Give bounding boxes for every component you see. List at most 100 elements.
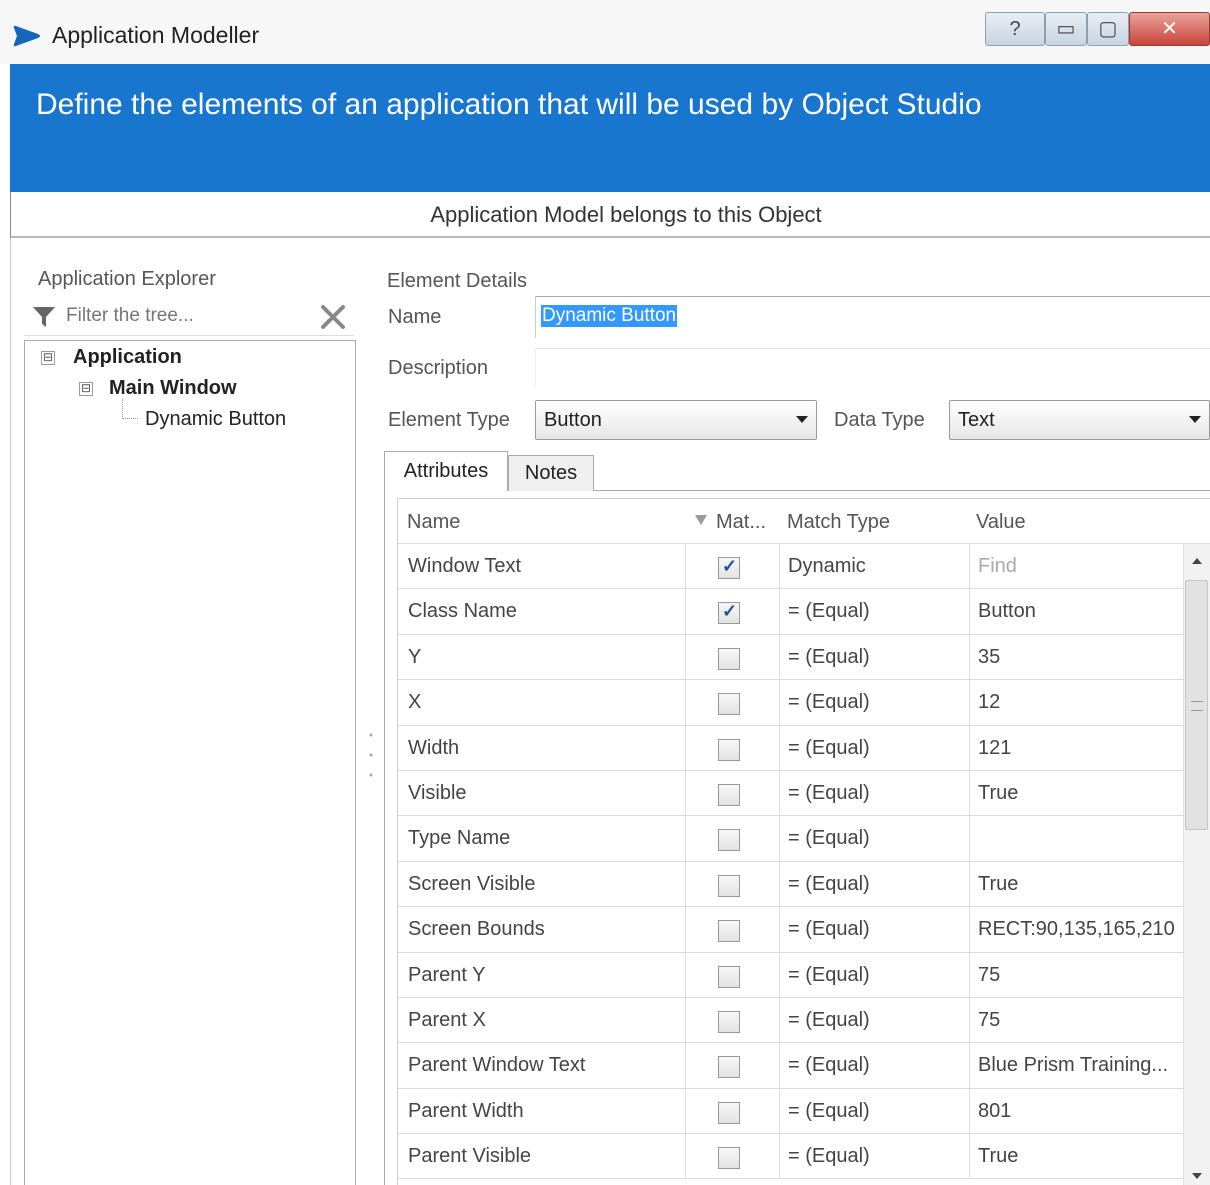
table-row[interactable]: Parent Y = (Equal) 75: [398, 952, 1183, 998]
splitter-handle[interactable]: [368, 730, 374, 780]
attribute-name-cell: Visible: [398, 770, 686, 816]
match-checkbox[interactable]: [718, 1101, 740, 1124]
scroll-thumb[interactable]: [1185, 580, 1208, 830]
column-header-value[interactable]: Value: [976, 511, 1026, 534]
window-title: Application Modeller: [52, 22, 260, 48]
attribute-value-cell[interactable]: True: [970, 771, 1183, 815]
match-type-cell[interactable]: = (Equal): [780, 1043, 970, 1088]
match-checkbox[interactable]: [718, 544, 740, 588]
attribute-value-cell[interactable]: Button: [970, 589, 1183, 633]
match-checkbox[interactable]: [718, 965, 740, 988]
table-row[interactable]: Parent Width = (Equal) 801: [398, 1088, 1183, 1135]
belongs-bar: Application Model belongs to this Object: [10, 192, 1210, 238]
match-checkbox[interactable]: [718, 1010, 740, 1033]
match-checkbox[interactable]: [718, 783, 740, 806]
table-row[interactable]: Parent Window Text = (Equal) Blue Prism Tr…: [398, 1043, 1183, 1089]
match-checkbox[interactable]: [718, 1056, 740, 1079]
match-type-cell[interactable]: = (Equal): [780, 997, 970, 1043]
data-type-dropdown[interactable]: Text: [949, 400, 1210, 440]
explorer-title: Application Explorer: [38, 268, 216, 290]
tree-node-application[interactable]: Application: [73, 346, 182, 369]
attribute-value-cell[interactable]: RECT:90,135,165,210: [970, 907, 1183, 951]
description-label: Description: [388, 357, 489, 379]
grid-scrollbar[interactable]: [1183, 544, 1210, 1185]
table-row[interactable]: Screen Bounds = (Equal) RECT:90,135,165,21…: [398, 907, 1183, 953]
attribute-name-cell: Screen Bounds: [398, 907, 686, 952]
attribute-value-cell[interactable]: 121: [970, 726, 1183, 770]
match-type-cell[interactable]: = (Equal): [780, 1088, 970, 1134]
tab-notes[interactable]: Notes: [508, 455, 594, 491]
match-type-cell[interactable]: = (Equal): [780, 634, 970, 680]
column-header-match[interactable]: Mat...: [716, 511, 766, 534]
match-type-cell[interactable]: = (Equal): [780, 680, 970, 725]
column-header-name[interactable]: Name: [407, 511, 460, 534]
window-controls: ? ▭ ▢ ✕: [985, 12, 1210, 46]
match-checkbox[interactable]: [718, 1147, 740, 1170]
title-bar: Application Modeller ? ▭ ▢ ✕: [0, 0, 1210, 64]
tree-node-dynamic-button[interactable]: Dynamic Button: [145, 408, 286, 431]
attribute-name-cell: Width: [398, 725, 686, 770]
table-row[interactable]: Y = (Equal) 35: [398, 634, 1183, 681]
name-value[interactable]: Dynamic Button: [541, 305, 678, 327]
table-row[interactable]: Class Name = (Equal)Button: [398, 589, 1183, 635]
table-row[interactable]: Parent Visible = (Equal) True: [398, 1134, 1183, 1180]
match-type-cell[interactable]: = (Equal): [780, 770, 970, 816]
match-type-cell[interactable]: = (Equal): [780, 725, 970, 770]
scroll-up-icon[interactable]: [1192, 558, 1202, 564]
attribute-value-cell[interactable]: 75: [970, 998, 1183, 1042]
tree-expander-icon[interactable]: ⊟: [79, 382, 93, 396]
attribute-value-cell[interactable]: 75: [970, 953, 1183, 997]
table-row[interactable]: Type Name = (Equal): [398, 816, 1183, 862]
table-row[interactable]: X = (Equal) 12: [398, 680, 1183, 726]
match-type-cell[interactable]: = (Equal): [780, 861, 970, 907]
filter-input[interactable]: [66, 304, 316, 328]
tree-node-main-window[interactable]: Main Window: [109, 377, 237, 400]
match-checkbox[interactable]: [718, 829, 740, 852]
table-row[interactable]: Screen Visible = (Equal) True: [398, 861, 1183, 908]
match-type-cell[interactable]: = (Equal): [780, 816, 970, 861]
match-checkbox[interactable]: [718, 589, 740, 634]
minimize-button[interactable]: ▭: [1045, 12, 1087, 46]
attribute-value-cell[interactable]: [970, 816, 1183, 860]
close-button[interactable]: ✕: [1129, 12, 1210, 46]
maximize-button[interactable]: ▢: [1087, 12, 1129, 46]
attribute-name-cell: Window Text: [398, 544, 686, 589]
clear-filter-icon[interactable]: [320, 304, 346, 330]
description-field[interactable]: [535, 348, 1210, 388]
match-checkbox[interactable]: [718, 738, 740, 761]
attributes-grid[interactable]: Name Mat... Match Type Value Window Text…: [397, 498, 1210, 1185]
header-banner: Define the elements of an application th…: [10, 64, 1210, 192]
match-type-cell[interactable]: = (Equal): [780, 907, 970, 952]
table-row[interactable]: Visible = (Equal) True: [398, 770, 1183, 817]
attribute-value-cell[interactable]: 12: [970, 680, 1183, 724]
name-field[interactable]: Dynamic Button: [535, 296, 1210, 338]
tree-expander-icon[interactable]: ⊟: [41, 351, 55, 365]
match-type-cell[interactable]: = (Equal): [780, 1134, 970, 1179]
table-row[interactable]: Width = (Equal) 121: [398, 725, 1183, 771]
attribute-value-cell[interactable]: Find: [970, 544, 1183, 588]
column-header-match-type[interactable]: Match Type: [787, 511, 890, 534]
application-tree[interactable]: ⊟ Application ⊟ Main Window Dynamic Butt…: [24, 340, 356, 1185]
attribute-value-cell[interactable]: True: [970, 1134, 1183, 1178]
match-type-cell[interactable]: = (Equal): [780, 589, 970, 634]
match-cell: [686, 1088, 780, 1134]
grid-body: Window Text DynamicFind Class Name = (Equal…: [398, 544, 1183, 1180]
match-type-cell[interactable]: = (Equal): [780, 952, 970, 997]
attribute-value-cell[interactable]: True: [970, 862, 1183, 906]
attribute-value-cell[interactable]: Blue Prism Training...: [970, 1043, 1183, 1087]
element-type-dropdown[interactable]: Button: [535, 400, 817, 440]
table-row[interactable]: Parent X = (Equal) 75: [398, 997, 1183, 1044]
tab-attributes[interactable]: Attributes: [384, 451, 508, 491]
scroll-down-icon[interactable]: [1192, 1173, 1202, 1179]
help-button[interactable]: ?: [985, 12, 1045, 46]
blue-prism-logo-icon: [13, 25, 40, 47]
match-checkbox[interactable]: [718, 647, 740, 670]
match-checkbox[interactable]: [718, 920, 740, 943]
match-checkbox[interactable]: [718, 693, 740, 716]
match-checkbox[interactable]: [718, 874, 740, 897]
attribute-value-cell[interactable]: 801: [970, 1089, 1183, 1133]
attribute-value-cell[interactable]: 35: [970, 635, 1183, 679]
table-row[interactable]: Window Text DynamicFind: [398, 544, 1183, 590]
match-type-cell[interactable]: Dynamic: [780, 544, 970, 589]
data-type-value: Text: [958, 409, 995, 431]
